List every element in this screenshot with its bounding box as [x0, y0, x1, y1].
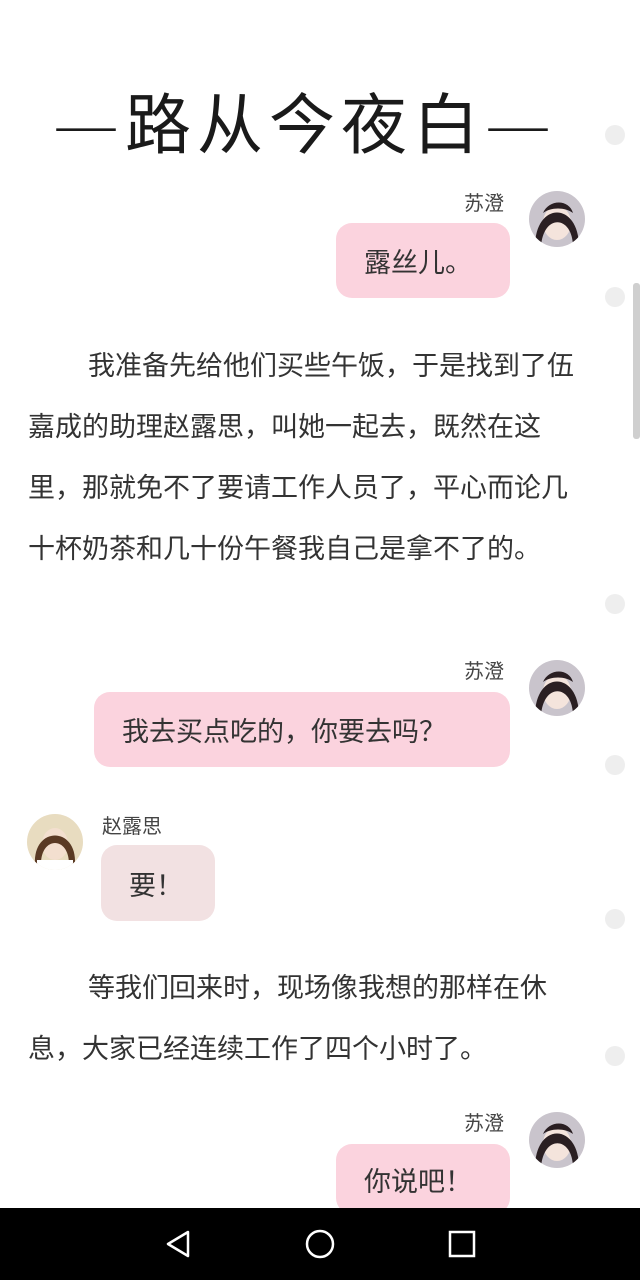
avatar[interactable]	[529, 1112, 585, 1168]
side-dot	[605, 287, 625, 307]
message-bubble: 露丝儿。	[336, 223, 510, 298]
scrollbar[interactable]	[633, 283, 640, 439]
speaker-name: 赵露思	[102, 814, 162, 838]
avatar[interactable]	[529, 660, 585, 716]
side-dot	[605, 755, 625, 775]
triangle-back-icon[interactable]	[160, 1226, 196, 1262]
speaker-name: 苏澄	[464, 1111, 504, 1135]
speaker-name: 苏澄	[464, 191, 504, 215]
side-dot	[605, 594, 625, 614]
page-title: —路从今夜白—	[53, 87, 557, 164]
navigation-bar	[0, 1208, 640, 1280]
speaker-name: 苏澄	[464, 659, 504, 683]
side-dot	[605, 909, 625, 929]
avatar[interactable]	[27, 814, 83, 870]
square-recents-icon[interactable]	[444, 1226, 480, 1262]
narrative-paragraph: 我准备先给他们买些午饭，于是找到了伍嘉成的助理赵露思，叫她一起去，既然在这里，那…	[28, 351, 574, 565]
side-dot	[605, 125, 625, 145]
message-bubble: 我去买点吃的，你要去吗？	[94, 692, 510, 767]
avatar[interactable]	[529, 191, 585, 247]
circle-home-icon[interactable]	[302, 1226, 338, 1262]
message-bubble: 你说吧！	[336, 1144, 510, 1214]
message-bubble: 要！	[101, 845, 215, 921]
narrative-paragraph: 等我们回来时，现场像我想的那样在休息，大家已经连续工作了四个小时了。	[28, 973, 547, 1065]
side-dot	[605, 1046, 625, 1066]
